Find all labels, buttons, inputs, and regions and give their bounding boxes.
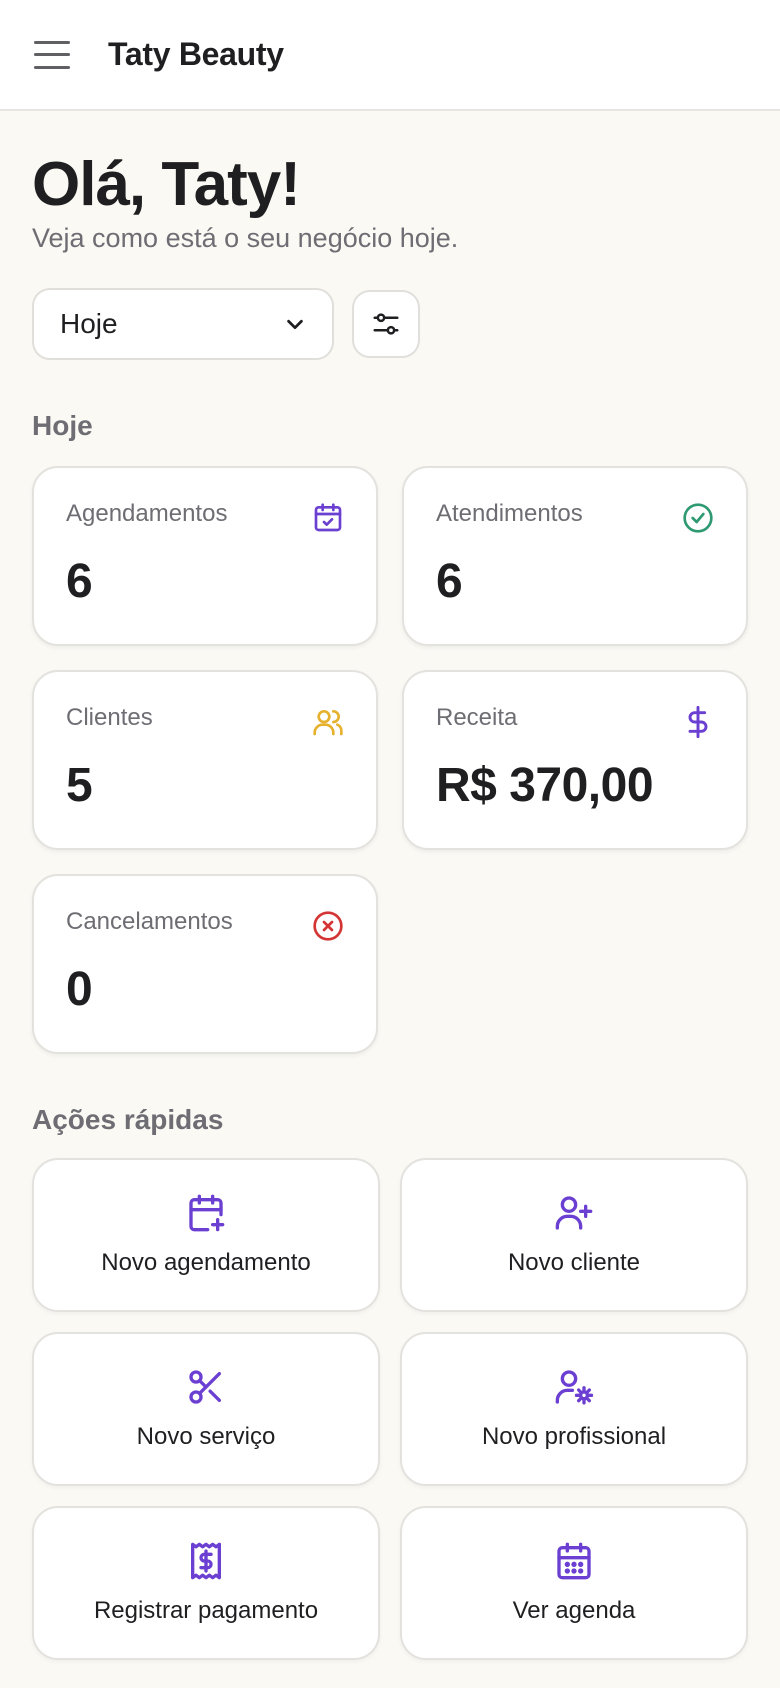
filter-bar: Hoje <box>32 288 748 361</box>
calendar-grid-icon <box>557 1542 591 1580</box>
stat-card-atendimentos[interactable]: Atendimentos 6 <box>402 466 748 647</box>
period-select[interactable]: Hoje <box>32 288 334 361</box>
stats-section-title: Hoje <box>32 410 93 442</box>
dashboard-content: Olá, Taty! Veja como está o seu negócio … <box>0 150 780 1661</box>
stat-label: Cancelamentos <box>66 908 233 936</box>
chevron-down-icon <box>287 320 303 330</box>
stat-label: Atendimentos <box>436 500 583 528</box>
quick-actions-grid: Novo agendamento Novo cliente Novo servi… <box>32 1158 748 1661</box>
stat-label: Clientes <box>66 704 153 732</box>
action-label: Registrar pagamento <box>93 1597 319 1625</box>
app-header: Taty Beauty <box>0 0 780 111</box>
receipt-dollar-icon <box>191 1542 221 1580</box>
view-schedule-button[interactable]: Ver agenda <box>400 1506 748 1661</box>
stat-card-clientes[interactable]: Clientes 5 <box>32 670 378 851</box>
page-subtitle: Veja como está o seu negócio hoje. <box>32 223 459 254</box>
stat-value: 6 <box>436 555 463 609</box>
new-service-button[interactable]: Novo serviço <box>32 1332 380 1487</box>
scissors-icon <box>189 1370 221 1404</box>
action-label: Ver agenda <box>512 1597 636 1625</box>
x-circle-icon <box>313 911 343 941</box>
actions-section-title: Ações rápidas <box>32 1104 224 1136</box>
sliders-icon <box>373 313 399 335</box>
stat-card-agendamentos[interactable]: Agendamentos 6 <box>32 466 378 647</box>
new-professional-button[interactable]: Novo profissional <box>400 1332 748 1487</box>
filter-button[interactable] <box>352 290 420 359</box>
stat-label: Receita <box>436 704 518 732</box>
dollar-icon <box>688 706 708 739</box>
stat-card-cancelamentos[interactable]: Cancelamentos 0 <box>32 874 378 1055</box>
stat-value: 5 <box>66 759 93 813</box>
period-select-value: Hoje <box>60 308 118 340</box>
user-plus-icon <box>555 1196 593 1230</box>
stat-card-receita[interactable]: Receita R$ 370,00 <box>402 670 748 851</box>
hamburger-menu-icon[interactable] <box>34 40 70 69</box>
stat-label: Agendamentos <box>66 500 228 528</box>
user-cog-icon <box>555 1370 594 1405</box>
new-appointment-button[interactable]: Novo agendamento <box>32 1158 380 1313</box>
stat-value: R$ 370,00 <box>436 759 654 813</box>
stat-value: 6 <box>66 555 93 609</box>
action-label: Novo agendamento <box>101 1249 311 1277</box>
stats-grid: Agendamentos 6 Atendimentos 6 Clientes 5… <box>32 466 748 1055</box>
stat-value: 0 <box>66 963 93 1017</box>
calendar-check-icon <box>314 503 342 532</box>
app-brand: Taty Beauty <box>108 36 284 72</box>
users-icon <box>313 710 343 736</box>
action-label: Novo serviço <box>136 1423 276 1451</box>
new-client-button[interactable]: Novo cliente <box>400 1158 748 1313</box>
action-label: Novo profissional <box>481 1423 667 1451</box>
check-circle-icon <box>683 503 713 533</box>
calendar-plus-icon <box>189 1194 225 1232</box>
page-title: Olá, Taty! <box>32 150 301 219</box>
action-label: Novo cliente <box>507 1249 641 1277</box>
register-payment-button[interactable]: Registrar pagamento <box>32 1506 380 1661</box>
